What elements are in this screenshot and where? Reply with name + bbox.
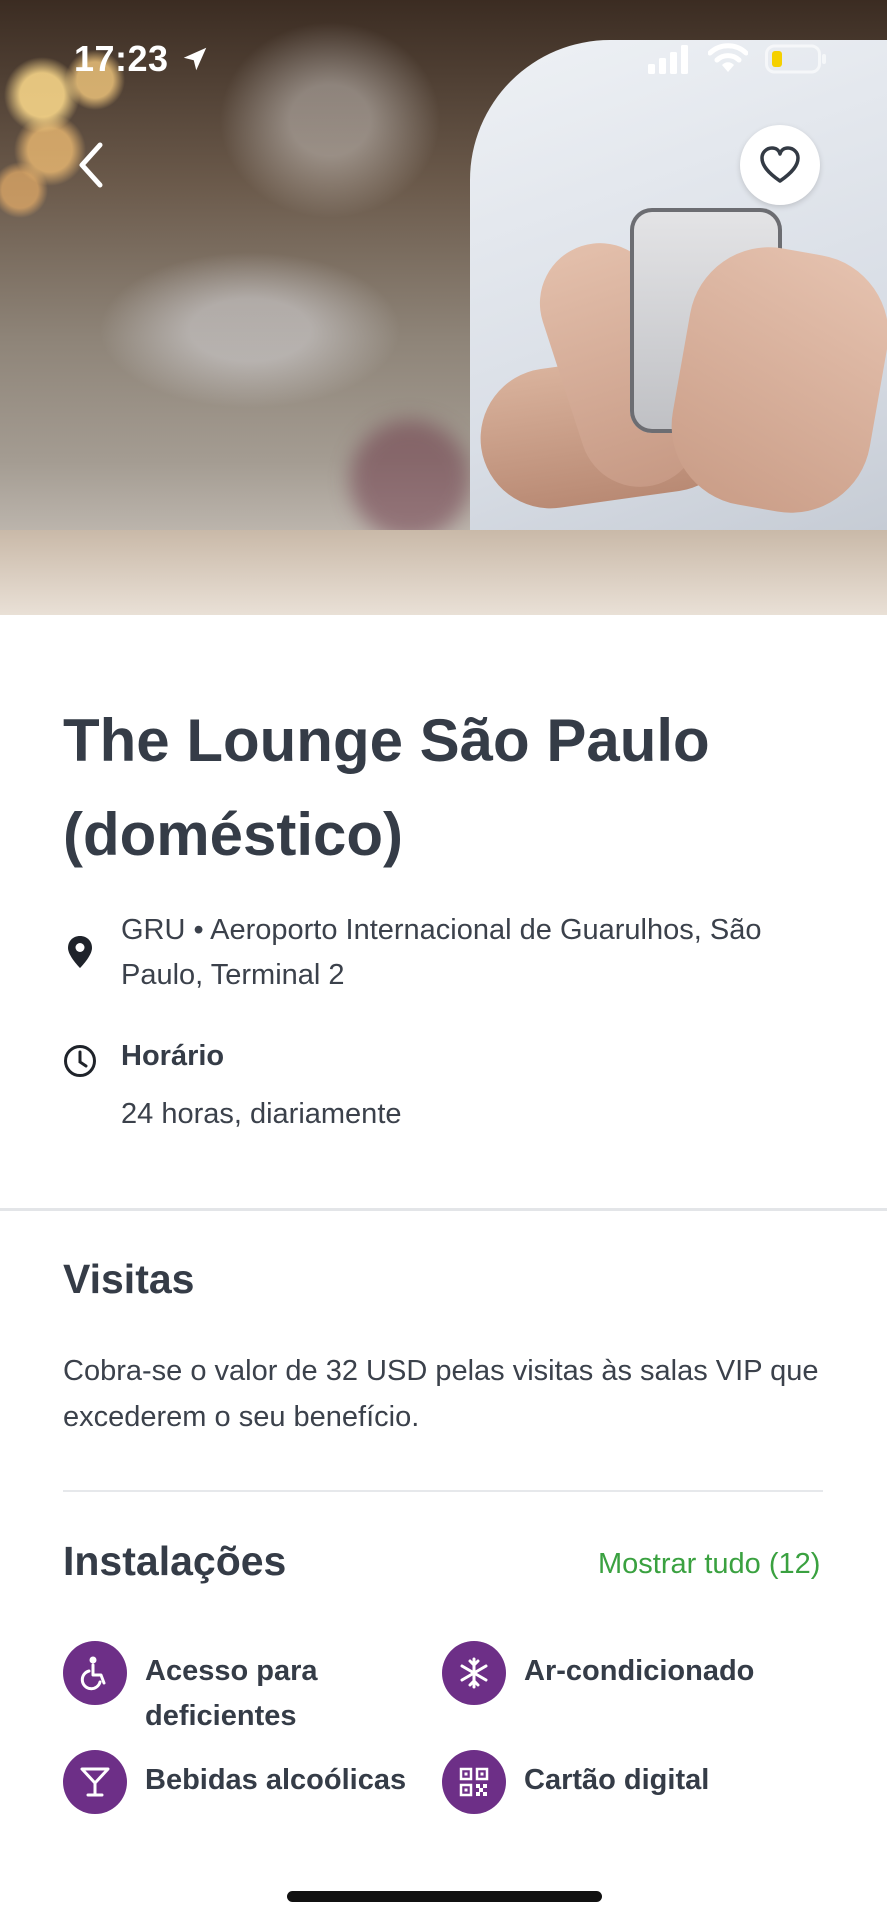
facility-item: Bebidas alcoólicas [63, 1750, 423, 1820]
qr-code-icon [442, 1750, 506, 1814]
location-arrow-icon [183, 47, 207, 71]
facility-label: Bebidas alcoólicas [145, 1764, 407, 1796]
inner-divider [63, 1490, 823, 1492]
visits-text: Cobra-se o valor de 32 USD pelas visitas… [63, 1355, 819, 1433]
visits-title: Visitas [63, 1256, 195, 1302]
facility-item: Acesso para deficientes [63, 1641, 423, 1741]
chevron-left-icon [79, 142, 103, 188]
back-button[interactable] [68, 135, 118, 195]
facility-item: Cartão digital [442, 1750, 822, 1820]
location-text: GRU • Aeroporto Internacional de Guarulh… [121, 914, 762, 991]
battery-icon [765, 44, 826, 74]
show-all-facilities-link[interactable]: Mostrar tudo (12) [598, 1548, 820, 1581]
facilities-title: Instalações [63, 1538, 287, 1584]
facility-label: Acesso para deficientes [145, 1655, 318, 1732]
map-pin-icon [68, 936, 92, 968]
status-time: 17:23 [74, 38, 169, 79]
hours-row: Horário 24 horas, diariamente [63, 1040, 843, 1140]
facility-label: Ar-condicionado [524, 1655, 755, 1687]
home-indicator[interactable] [287, 1891, 602, 1902]
section-divider [0, 1208, 887, 1211]
cocktail-icon [63, 1750, 127, 1814]
status-bar: 17:23 [0, 0, 887, 110]
favorite-button[interactable] [740, 125, 820, 205]
cellular-signal-icon [648, 45, 688, 74]
facility-item: Ar-condicionado [442, 1641, 822, 1711]
hours-label: Horário [121, 1040, 225, 1072]
snowflake-icon [442, 1641, 506, 1705]
wheelchair-icon [63, 1641, 127, 1705]
heart-icon [760, 146, 800, 183]
lounge-title: The Lounge São Paulo (doméstico) [63, 707, 710, 868]
hours-value: 24 horas, diariamente [121, 1098, 402, 1130]
location-row: GRU • Aeroporto Internacional de Guarulh… [63, 908, 843, 1003]
facility-label: Cartão digital [524, 1764, 710, 1796]
clock-icon [64, 1045, 96, 1077]
wifi-icon [708, 43, 748, 72]
